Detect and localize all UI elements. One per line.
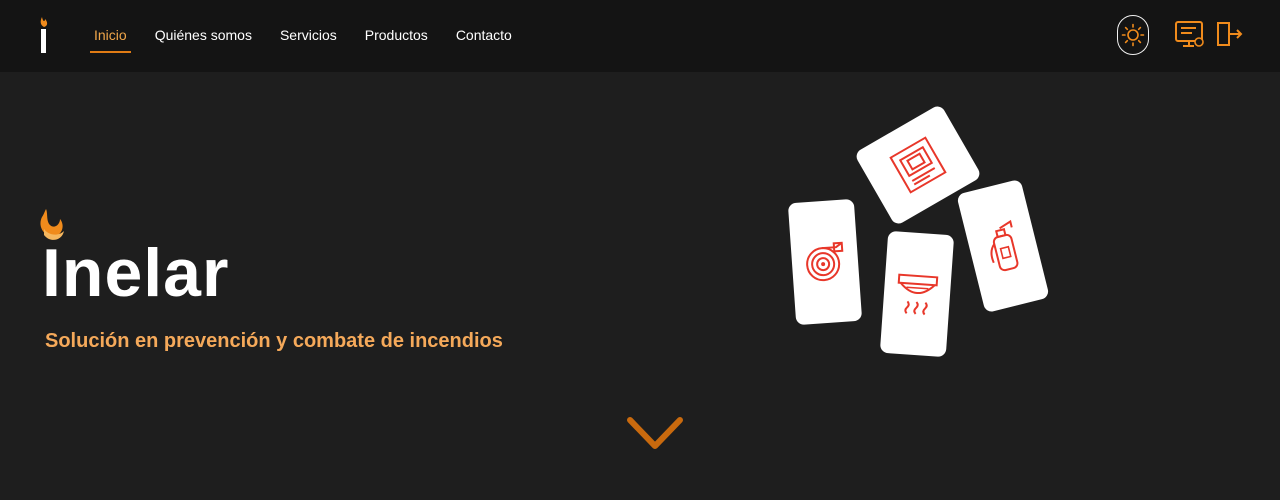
fire-extinguisher-icon xyxy=(990,219,1019,272)
card-smoke-detector xyxy=(879,230,955,358)
theme-toggle-button[interactable] xyxy=(1117,15,1149,55)
fire-hose-icon xyxy=(806,241,844,282)
logout-icon[interactable] xyxy=(1214,18,1246,52)
card-fire-extinguisher xyxy=(956,178,1050,314)
navbar: Inicio Quiénes somos Servicios Productos… xyxy=(0,0,1280,72)
hero-tagline: Solución en prevención y combate de ince… xyxy=(45,330,503,352)
fire-alarm-panel-icon xyxy=(889,136,947,194)
card-fire-hose xyxy=(787,198,863,326)
nav-item-inicio[interactable]: Inicio xyxy=(90,21,131,53)
nav-item-quienes-somos[interactable]: Quiénes somos xyxy=(151,21,256,51)
smoke-detector-icon xyxy=(897,273,939,316)
monitor-user-icon[interactable] xyxy=(1174,18,1206,52)
inelar-logo-icon[interactable] xyxy=(35,15,55,55)
nav-item-servicios[interactable]: Servicios xyxy=(276,21,341,51)
main-nav: Inicio Quiénes somos Servicios Productos… xyxy=(90,0,536,72)
nav-item-contacto[interactable]: Contacto xyxy=(452,21,516,51)
sun-icon xyxy=(1121,23,1145,47)
nav-item-productos[interactable]: Productos xyxy=(361,21,432,51)
chevron-down-icon[interactable] xyxy=(624,414,686,454)
hero-title: Inelar xyxy=(42,233,229,313)
hero-title-rest: nelar xyxy=(61,235,230,311)
hero-illustration xyxy=(760,95,1080,375)
hero-title-prefix: I xyxy=(42,235,62,311)
